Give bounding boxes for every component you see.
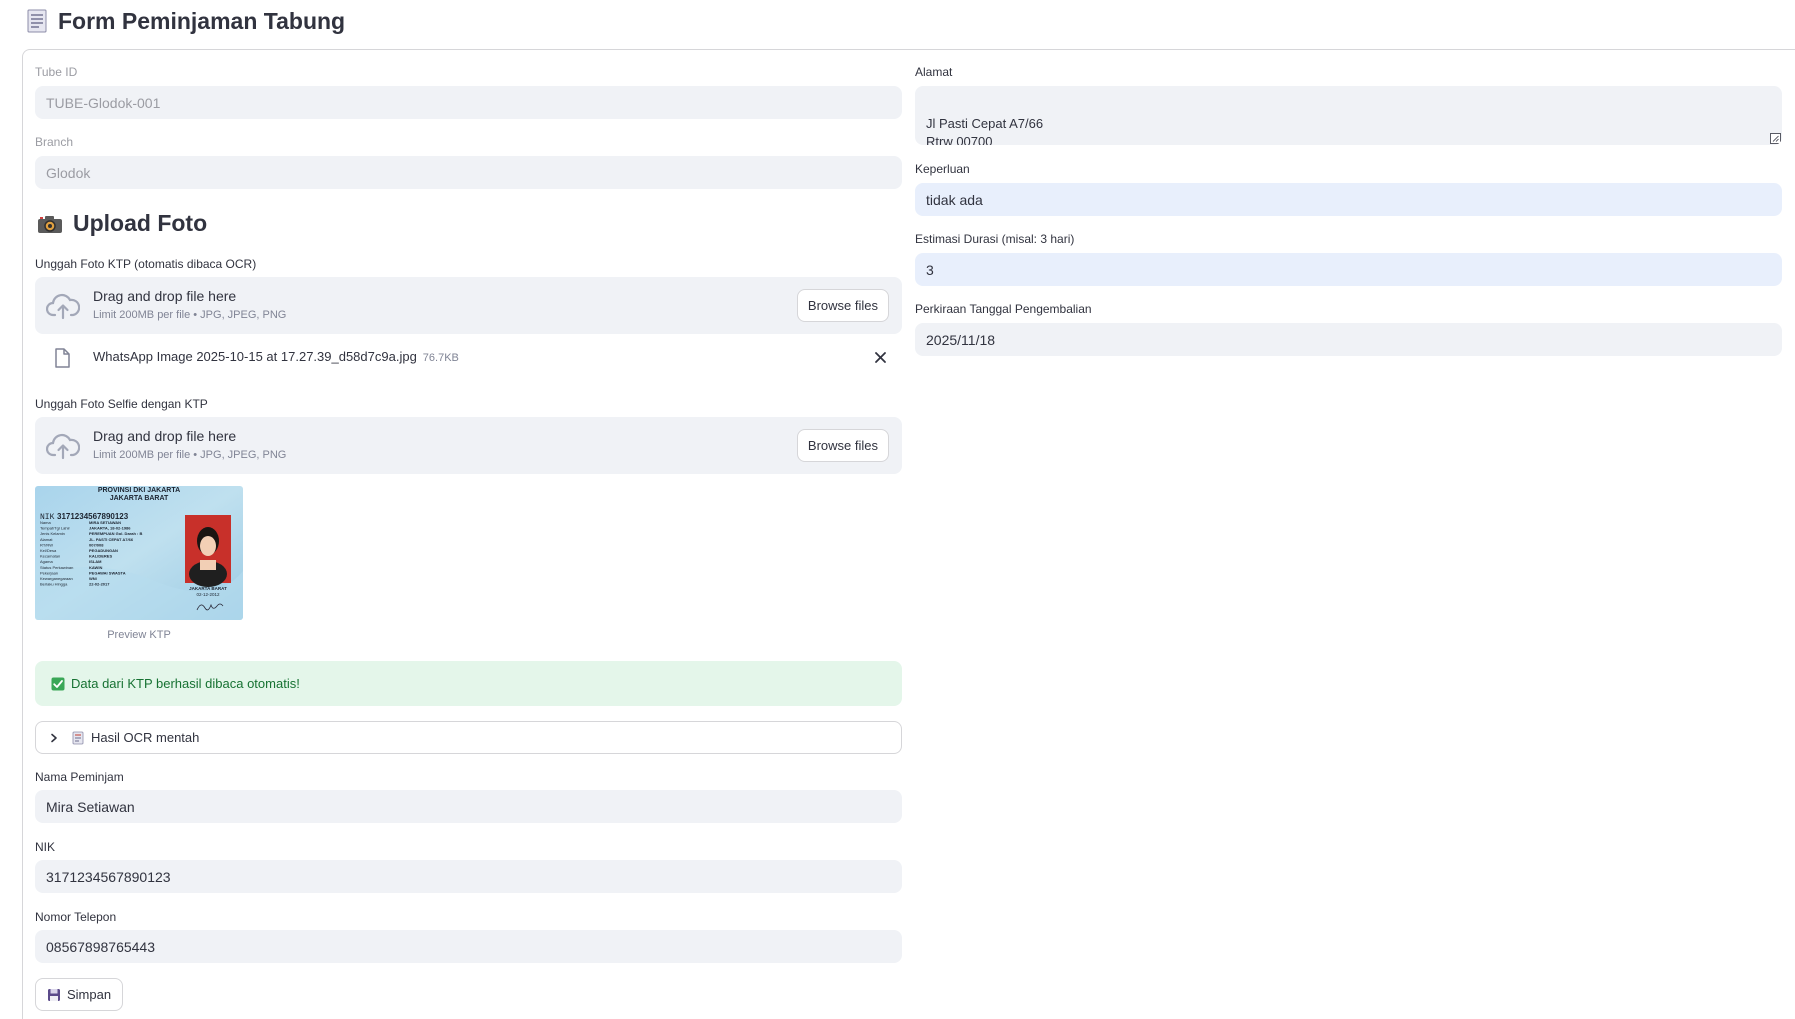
ktp-field-value: JL. PASTI CEPAT A7/66	[89, 537, 134, 542]
keperluan-value: tidak ada	[926, 191, 983, 208]
nik-value: 3171234567890123	[46, 868, 171, 885]
ktp-browse-button[interactable]: Browse files	[796, 289, 889, 322]
telepon-input[interactable]: 08567898765443	[35, 930, 902, 963]
ktp-field-key: Tempat/Tgl Lahir	[40, 526, 70, 531]
tube-id-input[interactable]: TUBE-Glodok-001	[35, 86, 902, 119]
upload-section-text: Upload Foto	[73, 210, 208, 236]
cloud-upload-icon	[46, 293, 80, 320]
ktp-field-value: JAKARTA, 18-02-1986	[89, 526, 131, 531]
selfie-browse-button[interactable]: Browse files	[796, 429, 889, 462]
ktp-upload-label: Unggah Foto KTP (otomatis dibaca OCR)	[35, 257, 257, 271]
resize-handle-icon[interactable]	[1770, 133, 1781, 144]
keperluan-label: Keperluan	[915, 162, 970, 176]
selfie-dropzone[interactable]: Drag and drop file here Limit 200MB per …	[35, 417, 902, 474]
tanggal-kembali-input[interactable]: 2025/11/18	[915, 323, 1782, 356]
page-title: Form Peminjaman Tabung	[26, 6, 345, 36]
ktp-field-key: Kewarganegaraan	[40, 576, 73, 581]
ktp-field-key: Jenis Kelamin	[40, 531, 65, 536]
selfie-upload-label: Unggah Foto Selfie dengan KTP	[35, 397, 208, 411]
page-title-text: Form Peminjaman Tabung	[58, 7, 346, 34]
ktp-field-value: 22-02-2017	[89, 582, 110, 587]
durasi-input[interactable]: 3	[915, 253, 1782, 286]
branch-value: Glodok	[46, 164, 91, 181]
ktp-issue-date: 02-12-2012	[196, 592, 220, 597]
receipt-icon	[72, 731, 84, 744]
close-icon[interactable]	[874, 351, 887, 364]
ktp-city: JAKARTA BARAT	[110, 495, 169, 502]
file-icon	[55, 348, 70, 368]
ktp-field-key: Kel/Desa	[40, 548, 57, 553]
ktp-field-value: PEGAWAI SWASTA	[89, 570, 126, 575]
ocr-success-text: Data dari KTP berhasil dibaca otomatis!	[71, 676, 300, 691]
tube-id-label: Tube ID	[35, 65, 78, 79]
cloud-upload-icon	[46, 433, 80, 460]
floppy-disk-icon	[48, 988, 60, 1001]
tanggal-kembali-value: 2025/11/18	[926, 331, 996, 348]
check-icon	[51, 677, 65, 690]
ktp-province: PROVINSI DKI JAKARTA	[98, 487, 180, 494]
nik-input[interactable]: 3171234567890123	[35, 860, 902, 893]
ktp-preview-image: PROVINSI DKI JAKARTA JAKARTA BARAT NIK 3…	[35, 486, 243, 620]
ktp-field-key: Agama	[40, 559, 53, 564]
upload-section-title: Upload Foto	[37, 210, 207, 237]
save-button[interactable]: Simpan	[35, 978, 124, 1011]
tube-id-value: TUBE-Glodok-001	[46, 94, 161, 111]
uploaded-file-name-text: WhatsApp Image 2025-10-15 at 17.27.39_d5…	[93, 349, 417, 364]
ktp-field-value: WNI	[89, 576, 97, 581]
ktp-field-value: PEREMPUAN Gol. Darah : B	[89, 531, 142, 536]
ktp-field-value: KAWIN	[89, 565, 102, 570]
uploaded-file-size: 76.7KB	[422, 352, 459, 364]
tanggal-kembali-label: Perkiraan Tanggal Pengembalian	[915, 302, 1092, 316]
keperluan-input[interactable]: tidak ada	[915, 183, 1782, 216]
telepon-label: Nomor Telepon	[35, 910, 117, 924]
branch-label: Branch	[35, 135, 74, 149]
receipt-icon	[27, 9, 47, 33]
ktp-field-key: Berlaku Hingga	[40, 582, 68, 587]
ktp-card-drawing: PROVINSI DKI JAKARTA JAKARTA BARAT NIK 3…	[35, 486, 243, 620]
ktp-field-key: RT/RW	[40, 542, 53, 547]
ktp-field-value: ISLAM	[89, 559, 102, 564]
ocr-expander-label: Hasil OCR mentah	[91, 730, 200, 745]
ktp-field-value: 007/008	[89, 542, 104, 547]
branch-input[interactable]: Glodok	[35, 156, 902, 189]
nama-input[interactable]: Mira Setiawan	[35, 790, 902, 823]
ktp-field-key: Pekerjaan	[40, 570, 58, 575]
ktp-field-value: PEGADUNGAN	[89, 548, 118, 553]
ocr-expander[interactable]: Hasil OCR mentah	[35, 721, 902, 754]
nik-label: NIK	[35, 840, 56, 854]
ktp-field-key: Status Perkawinan	[40, 565, 73, 570]
alamat-textarea[interactable]: Jl Pasti Cepat A7/66 Rtrw 00700 Kaldesa …	[915, 86, 1782, 145]
ktp-field-key: Alamat	[40, 537, 53, 542]
uploaded-file-row: WhatsApp Image 2025-10-15 at 17.27.39_d5…	[35, 342, 902, 372]
selfie-limit-text: Limit 200MB per file • JPG, JPEG, PNG	[93, 449, 287, 461]
ktp-field-value: KALIDERES	[89, 554, 112, 559]
ktp-field-value: MIRA SETIAWAN	[89, 520, 121, 525]
ocr-success-alert: Data dari KTP berhasil dibaca otomatis!	[35, 661, 902, 706]
alamat-value: Jl Pasti Cepat A7/66 Rtrw 00700 Kaldesa …	[926, 116, 1044, 145]
preview-caption: Preview KTP	[107, 629, 171, 641]
ktp-dropzone[interactable]: Drag and drop file here Limit 200MB per …	[35, 277, 902, 334]
camera-icon	[38, 215, 62, 233]
ktp-issue-place: JAKARTA BARAT	[189, 586, 227, 591]
ktp-field-key: Nama	[40, 520, 51, 525]
chevron-right-icon	[51, 733, 57, 742]
ktp-field-key: Kecamatan	[40, 554, 60, 559]
ktp-drop-text: Drag and drop file here	[93, 288, 237, 304]
uploaded-file-name: WhatsApp Image 2025-10-15 at 17.27.39_d5…	[93, 349, 459, 364]
save-button-label: Simpan	[67, 987, 112, 1002]
nama-label: Nama Peminjam	[35, 770, 124, 784]
alamat-label: Alamat	[915, 65, 953, 79]
telepon-value: 08567898765443	[46, 938, 156, 955]
nama-value: Mira Setiawan	[46, 798, 135, 815]
durasi-label: Estimasi Durasi (misal: 3 hari)	[915, 232, 1075, 246]
durasi-value: 3	[926, 261, 934, 278]
selfie-drop-text: Drag and drop file here	[93, 428, 237, 444]
ktp-limit-text: Limit 200MB per file • JPG, JPEG, PNG	[93, 309, 287, 321]
